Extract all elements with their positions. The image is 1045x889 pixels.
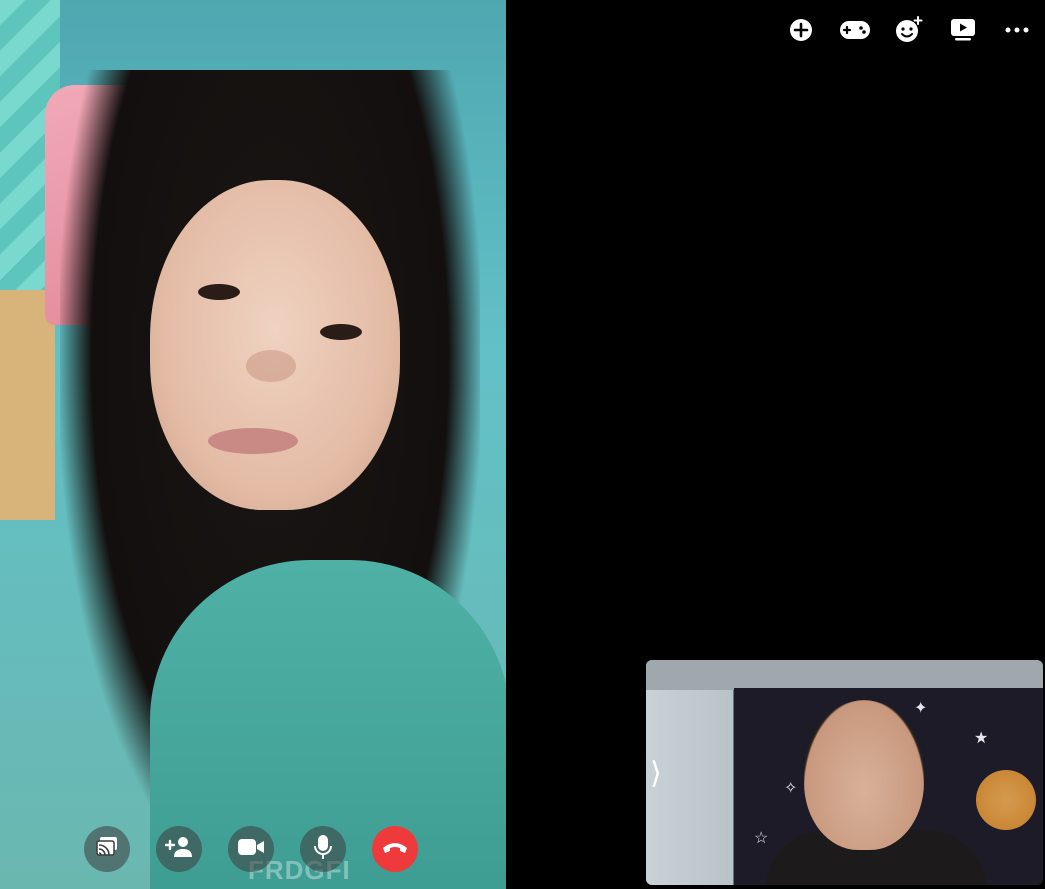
- camera-button[interactable]: [228, 826, 274, 872]
- watch-together-icon[interactable]: [947, 14, 979, 46]
- add-circle-icon[interactable]: [785, 14, 817, 46]
- camera-icon: [237, 838, 265, 861]
- call-controls: [84, 826, 418, 872]
- background-cloth-tan: [0, 290, 55, 520]
- call-toolbar: [785, 14, 1033, 46]
- game-controller-icon[interactable]: [839, 14, 871, 46]
- self-view-person-head: [804, 700, 924, 850]
- tapestry-star: ✧: [784, 780, 798, 797]
- nose: [246, 350, 296, 382]
- tapestry-star: ☆: [754, 830, 769, 847]
- expand-self-view-icon[interactable]: ⟩: [650, 758, 668, 790]
- microphone-icon: [313, 834, 333, 865]
- end-call-icon: [381, 840, 409, 859]
- add-effect-icon[interactable]: [893, 14, 925, 46]
- mouth: [208, 428, 298, 454]
- remote-video: FRDGFI: [0, 0, 506, 889]
- end-call-button[interactable]: [372, 826, 418, 872]
- share-screen-icon: [95, 836, 119, 863]
- self-view-video[interactable]: ✦ ★ ☆ ✧ ⟩: [646, 660, 1043, 885]
- self-view-wall: [646, 660, 1043, 690]
- tapestry-cat: [976, 770, 1036, 830]
- microphone-button[interactable]: [300, 826, 346, 872]
- tapestry-star: ✦: [914, 700, 928, 717]
- right-eye: [320, 324, 362, 340]
- share-screen-button[interactable]: [84, 826, 130, 872]
- tapestry-star: ★: [974, 730, 989, 747]
- person-face: [150, 180, 400, 510]
- add-person-icon: [164, 836, 193, 863]
- add-person-button[interactable]: [156, 826, 202, 872]
- left-eye: [198, 284, 240, 300]
- more-options-icon[interactable]: [1001, 14, 1033, 46]
